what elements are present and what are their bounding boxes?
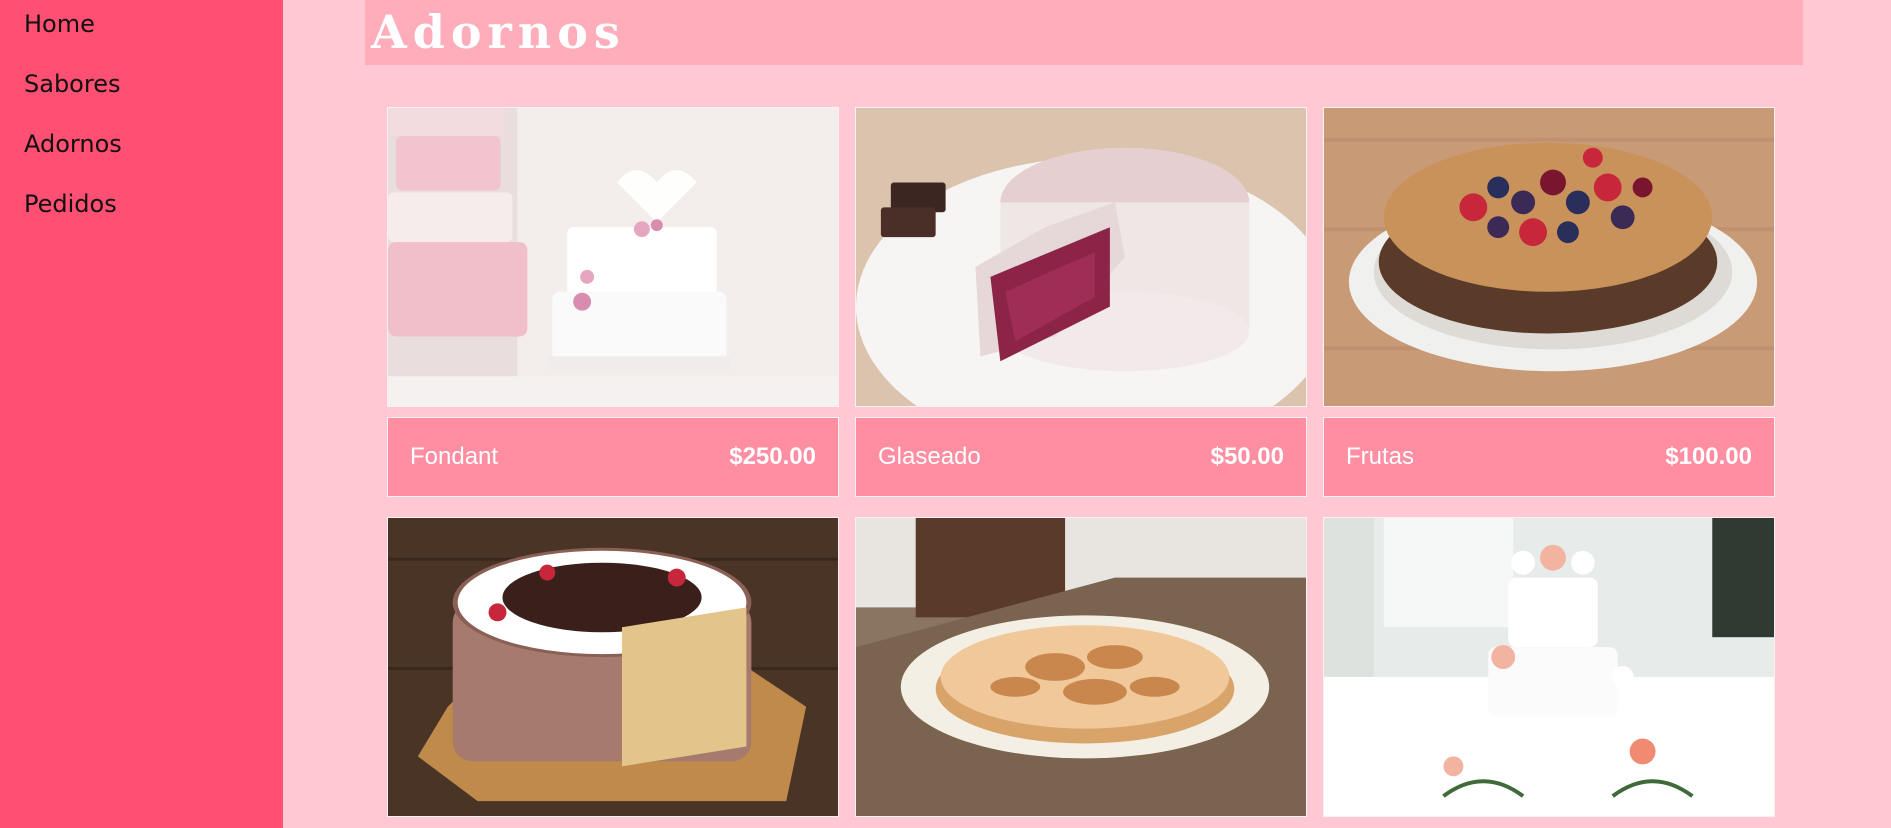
product-card-frutas[interactable]: Frutas $100.00 [1323,107,1775,497]
sidebar-item-adornos[interactable]: Adornos [0,130,283,190]
product-name: Fondant [410,443,499,470]
product-image-chocolate-cake [387,517,839,817]
product-card-glaseado[interactable]: Glaseado $50.00 [855,107,1307,497]
product-image-glaseado [855,107,1307,407]
page-title: Adornos [371,5,626,59]
product-card-4[interactable] [387,517,839,817]
product-bar-glaseado: Glaseado $50.00 [855,417,1307,497]
product-price: $250.00 [729,443,816,470]
product-card-fondant[interactable]: Fondant $250.00 [387,107,839,497]
product-price: $50.00 [1210,443,1284,470]
sidebar-item-pedidos[interactable]: Pedidos [0,190,283,250]
product-name: Frutas [1346,443,1415,470]
product-bar-frutas: Frutas $100.00 [1323,417,1775,497]
product-card-6[interactable] [1323,517,1775,817]
sidebar-item-home[interactable]: Home [0,10,283,70]
product-image-frutas [1323,107,1775,407]
product-image-fondant [387,107,839,407]
product-price: $100.00 [1665,443,1752,470]
product-image-floral-cake [1323,517,1775,817]
sidebar-item-sabores[interactable]: Sabores [0,70,283,130]
product-name: Glaseado [878,443,981,470]
sidebar: Home Sabores Adornos Pedidos [0,0,283,828]
product-bar-fondant: Fondant $250.00 [387,417,839,497]
product-card-5[interactable] [855,517,1307,817]
product-image-meringue-pie [855,517,1307,817]
page-header: Adornos [365,0,1803,65]
